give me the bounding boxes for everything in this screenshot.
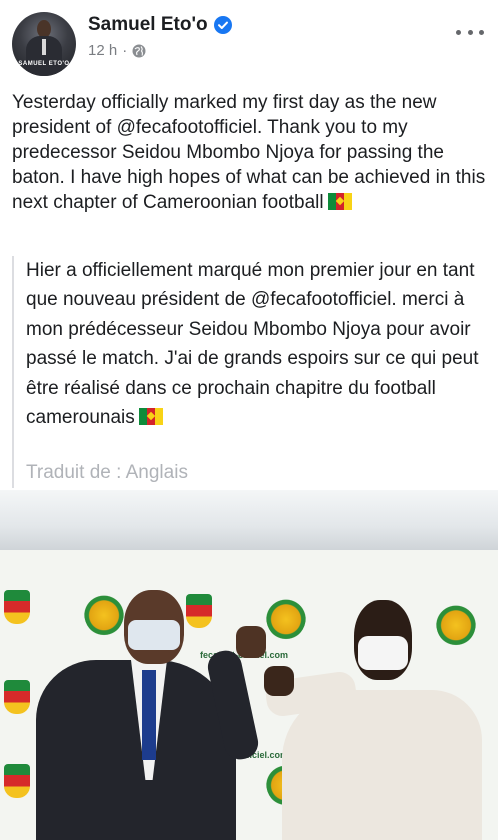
more-dot	[479, 29, 484, 35]
author-avatar[interactable]: SAMUEL ETO'O	[12, 12, 76, 76]
globe-icon[interactable]	[132, 44, 146, 58]
more-dot	[467, 29, 473, 35]
cameroon-flag-icon	[138, 408, 163, 426]
fist	[264, 666, 294, 696]
meta-separator: ·	[122, 42, 128, 59]
translation-body: Hier a officiellement marqué mon premier…	[26, 256, 494, 432]
author-name-row[interactable]: Samuel Eto'o	[88, 14, 232, 36]
more-options-icon[interactable]	[456, 22, 484, 42]
post-timestamp[interactable]: 12 h	[88, 42, 117, 59]
translation-block: Hier a officiellement marqué mon premier…	[12, 256, 490, 488]
translation-source-link[interactable]: Traduit de : Anglais	[26, 462, 188, 484]
post-meta: 12 h ·	[88, 42, 146, 59]
fecafoot-badge	[4, 680, 30, 714]
post-text: Yesterday officially marked my first day…	[12, 92, 486, 213]
fecafoot-badge	[4, 764, 30, 798]
face-mask	[358, 636, 408, 670]
person-right	[262, 600, 482, 840]
photo-ceiling	[0, 490, 498, 550]
avatar-tie	[42, 39, 46, 55]
post-body: Yesterday officially marked my first day…	[12, 90, 490, 215]
author-name[interactable]: Samuel Eto'o	[88, 14, 208, 36]
white-shirt	[282, 690, 482, 840]
post-header: SAMUEL ETO'O Samuel Eto'o 12 h ·	[0, 0, 498, 82]
quote-bar	[12, 256, 14, 488]
person-left	[36, 590, 266, 840]
cameroon-flag-icon	[327, 193, 352, 210]
verified-badge-icon	[213, 16, 232, 34]
post-photo[interactable]: fecafoot-officiel.com fecafoot-officiel.…	[0, 490, 498, 840]
face-mask	[128, 620, 180, 650]
translated-text: Hier a officiellement marqué mon premier…	[26, 260, 479, 429]
fecafoot-badge	[4, 590, 30, 624]
avatar-caption: SAMUEL ETO'O	[18, 61, 70, 67]
more-dot	[456, 29, 461, 35]
blue-tie	[142, 670, 156, 760]
